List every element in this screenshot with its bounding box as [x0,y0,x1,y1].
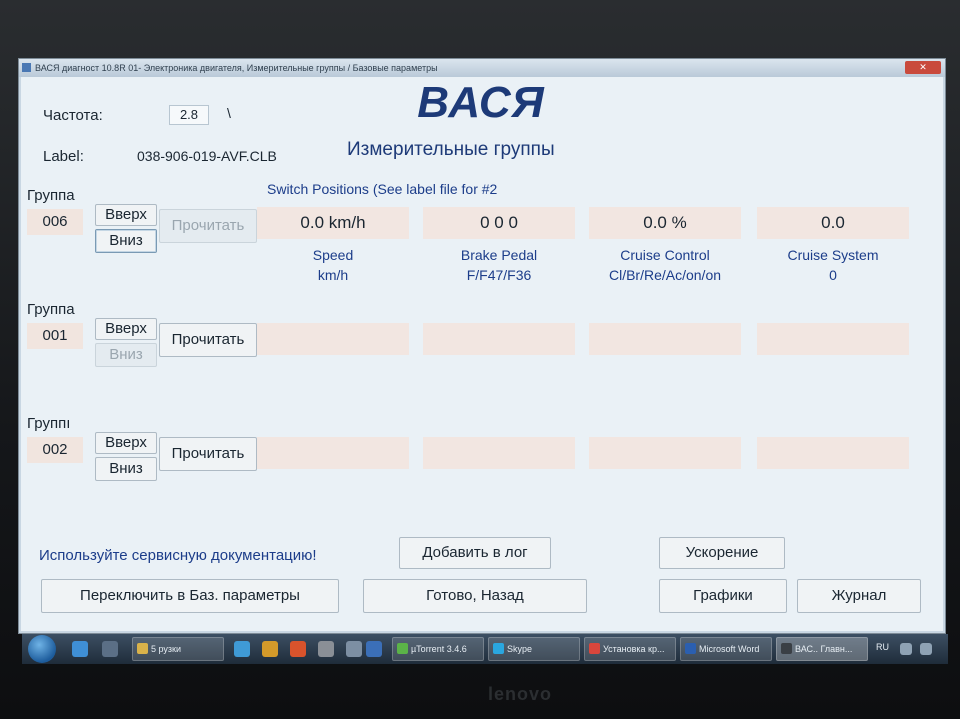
skype-icon [493,643,504,654]
acceleration-button[interactable]: Ускорение [659,537,785,569]
taskbar-item-utorrent[interactable]: µTorrent 3.4.6 [392,637,484,661]
group-1-unit-1: km/h [317,267,349,283]
frequency-label: Частота: [43,107,103,124]
group-2-field-4 [757,323,909,355]
group-2-up-button[interactable]: Вверх [95,318,157,340]
group-3-number[interactable]: 002 [27,437,83,463]
group-3-down-button[interactable]: Вниз [95,457,157,481]
journal-button[interactable]: Журнал [797,579,921,613]
frequency-value: 2.8 [169,105,209,125]
page-title: Измерительные группы [347,139,555,160]
app-pin-icon-2[interactable] [262,641,278,657]
main-panel: Частота: 2.8 \ Label: 038-906-019-AVF.CL… [21,77,943,631]
taskbar-item-word[interactable]: Microsoft Word [680,637,772,661]
taskbar-item-label: 5 рузки [151,644,182,654]
taskbar-item-install[interactable]: Установка кр... [584,637,676,661]
window-title: ВАСЯ диагност 10.8R 01- Электроника двиг… [35,63,438,73]
group-1-field-4: 0.0 [757,207,909,239]
app-icon [22,63,31,72]
group-1-unit-2: F/F47/F36 [466,267,532,283]
graphs-button[interactable]: Графики [659,579,787,613]
utorrent-icon [397,643,408,654]
start-button[interactable] [28,635,56,663]
group-2-field-3 [589,323,741,355]
done-back-button[interactable]: Готово, Назад [363,579,587,613]
close-button[interactable]: ✕ [905,61,941,74]
group-2-label: Группа [27,301,75,318]
group-1-caption-4: Cruise System [787,247,879,263]
group-3-read-button[interactable]: Прочитать [159,437,257,471]
group-1-field-1: 0.0 km/h [257,207,409,239]
group-3-field-2 [423,437,575,469]
group-1-caption-3: Cruise Control [620,247,710,263]
group-1-caption-1: Speed [312,247,354,263]
group-1-label: Группа [27,187,75,204]
group-1-field-3: 0.0 % [589,207,741,239]
group-1-up-button[interactable]: Вверх [95,204,157,226]
taskbar-item-label: Skype [507,644,533,654]
group-1-down-button[interactable]: Вниз [95,229,157,253]
volume-icon[interactable] [920,643,932,655]
bluetooth-icon[interactable] [102,641,118,657]
language-indicator[interactable]: RU [876,642,889,652]
label-file: 038-906-019-AVF.CLB [137,148,277,164]
group-3-field-4 [757,437,909,469]
group-2-down-button[interactable]: Вниз [95,343,157,367]
group-1-field-2: 0 0 0 [423,207,575,239]
folder-icon [137,643,148,654]
taskbar-item-label: Установка кр... [603,644,665,654]
group-2-read-button[interactable]: Прочитать [159,323,257,357]
group-1-unit-4: 0 [829,267,837,283]
taskbar-item-downloads[interactable]: 5 рузки [132,637,224,661]
group-2-number[interactable]: 001 [27,323,83,349]
group-3-label: Группı [27,415,71,432]
app-pin-icon-1[interactable] [234,641,250,657]
group-1-heading: Switch Positions (See label file for #2 [267,181,498,197]
add-to-log-button[interactable]: Добавить в лог [399,537,551,569]
taskbar-item-skype[interactable]: Skype [488,637,580,661]
ie-icon[interactable] [72,641,88,657]
opera-icon [589,643,600,654]
taskbar-item-label: µTorrent 3.4.6 [411,644,467,654]
label-caption: Label: [43,148,84,165]
laptop-brand: lenovo [487,684,552,704]
group-3-up-button[interactable]: Вверх [95,432,157,454]
vasya-icon [781,643,792,654]
app-logo: ВАСЯ [417,78,545,127]
service-notice: Используйте сервисную документацию! [39,547,317,564]
switch-basic-params-button[interactable]: Переключить в Баз. параметры [41,579,339,613]
app-pin-icon-5[interactable] [366,641,382,657]
group-2-field-1 [257,323,409,355]
group-1-unit-3: Cl/Br/Re/Ac/on/on [608,267,722,283]
word-icon [685,643,696,654]
group-2-field-2 [423,323,575,355]
group-3-field-1 [257,437,409,469]
group-1-read-button[interactable]: Прочитать [159,209,257,243]
tray-icon-1[interactable] [900,643,912,655]
app-pin-icon-3[interactable] [318,641,334,657]
app-window: ВАСЯ диагност 10.8R 01- Электроника двиг… [18,58,946,634]
app-pin-icon-4[interactable] [346,641,362,657]
group-1-number[interactable]: 006 [27,209,83,235]
group-1-caption-2: Brake Pedal [460,247,538,263]
taskbar-item-label: Microsoft Word [699,644,760,654]
group-3-field-3 [589,437,741,469]
taskbar-item-label: ВАС.. Главн... [795,644,853,654]
taskbar-item-vasya[interactable]: ВАС.. Главн... [776,637,868,661]
browser-icon[interactable] [290,641,306,657]
title-bar: ВАСЯ диагност 10.8R 01- Электроника двиг… [19,59,945,77]
taskbar: 5 рузки µTorrent 3.4.6 Skype Установка к… [22,634,948,664]
frequency-indicator: \ [227,105,231,121]
